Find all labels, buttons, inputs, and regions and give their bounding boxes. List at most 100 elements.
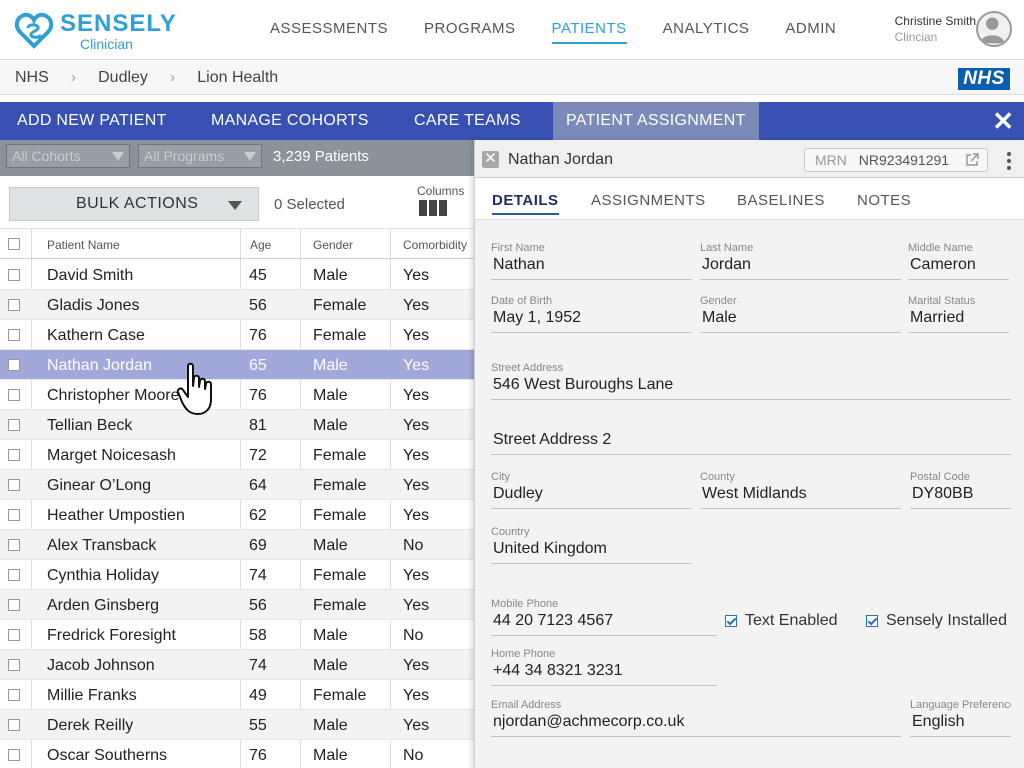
row-checkbox[interactable] [8, 719, 20, 731]
tab-baselines[interactable]: BASELINES [737, 192, 825, 209]
text-enabled-checkbox[interactable]: Text Enabled [725, 612, 838, 630]
language-preference-label: Language Preference [910, 699, 1011, 711]
age-cell: 55 [249, 717, 267, 734]
language-preference-field[interactable]: Language Preference English [910, 699, 1011, 737]
table-row[interactable]: Heather Umpostien 62 Female Yes [0, 500, 474, 530]
header-comorbidity[interactable]: Comorbidity [403, 238, 467, 252]
table-row[interactable]: Ginear O’Long 64 Female Yes [0, 470, 474, 500]
tab-care-teams[interactable]: CARE TEAMS [414, 102, 521, 140]
nav-programs[interactable]: PROGRAMS [424, 20, 516, 44]
tab-add-new-patient[interactable]: ADD NEW PATIENT [17, 102, 167, 140]
table-row[interactable]: Derek Reilly 55 Male Yes [0, 710, 474, 740]
header-gender[interactable]: Gender [313, 238, 353, 252]
row-checkbox[interactable] [8, 479, 20, 491]
middle-name-field[interactable]: Middle Name Cameron [908, 242, 1009, 280]
tab-details[interactable]: DETAILS [492, 192, 559, 215]
header-patient-name[interactable]: Patient Name [47, 238, 120, 252]
marital-status-field[interactable]: Marital Status Married [908, 295, 1009, 333]
close-icon[interactable]: ✕ [992, 106, 1014, 137]
close-icon[interactable]: ✕ [482, 151, 499, 168]
breadcrumb-item-lion-health[interactable]: Lion Health [197, 69, 278, 87]
more-options-icon[interactable] [1007, 152, 1011, 173]
row-checkbox[interactable] [8, 419, 20, 431]
table-row[interactable]: Kathern Case 76 Female Yes [0, 320, 474, 350]
comorbidity-cell: Yes [403, 657, 430, 674]
patient-name-cell: Christopher Moore [47, 387, 180, 404]
street-address-field[interactable]: Street Address 546 West Buroughs Lane [491, 362, 1011, 400]
mrn-label: MRN [815, 152, 847, 168]
table-row[interactable]: Oscar Southerns 76 Male No [0, 740, 474, 768]
cohort-select[interactable]: All Cohorts [6, 144, 130, 168]
table-row[interactable]: Jacob Johnson 74 Male Yes [0, 650, 474, 680]
row-checkbox[interactable] [8, 599, 20, 611]
row-checkbox[interactable] [8, 299, 20, 311]
table-row[interactable]: Arden Ginsberg 56 Female Yes [0, 590, 474, 620]
comorbidity-cell: Yes [403, 267, 430, 284]
county-field[interactable]: County West Midlands [700, 471, 901, 509]
table-row[interactable]: Christopher Moore 76 Male Yes [0, 380, 474, 410]
table-row[interactable]: Tellian Beck 81 Male Yes [0, 410, 474, 440]
patient-count: 3,239 Patients [273, 148, 369, 165]
table-row[interactable]: Marget Noicesash 72 Female Yes [0, 440, 474, 470]
row-checkbox[interactable] [8, 539, 20, 551]
row-checkbox[interactable] [8, 359, 20, 371]
gender-field[interactable]: Gender Male [700, 295, 901, 333]
last-name-value: Jordan [702, 256, 751, 273]
table-row[interactable]: Gladis Jones 56 Female Yes [0, 290, 474, 320]
row-checkbox[interactable] [8, 749, 20, 761]
city-field[interactable]: City Dudley [491, 471, 692, 509]
nav-assessments[interactable]: ASSESSMENTS [270, 20, 388, 44]
table-row[interactable]: Nathan Jordan 65 Male Yes [0, 350, 474, 380]
user-info[interactable]: Christine Smith Clincian [895, 14, 976, 44]
bulk-actions-button[interactable]: BULK ACTIONS [9, 187, 259, 221]
mobile-phone-field[interactable]: Mobile Phone 44 20 7123 4567 [491, 598, 717, 636]
program-select[interactable]: All Programs [138, 144, 262, 168]
comorbidity-cell: No [403, 537, 424, 554]
row-checkbox[interactable] [8, 569, 20, 581]
last-name-field[interactable]: Last Name Jordan [700, 242, 901, 280]
sensely-installed-checkbox[interactable]: Sensely Installed [866, 612, 1007, 630]
email-field[interactable]: Email Address njordan@achmecorp.co.uk [491, 699, 901, 737]
row-checkbox[interactable] [8, 269, 20, 281]
nav-analytics[interactable]: ANALYTICS [663, 20, 750, 44]
breadcrumb-item-dudley[interactable]: Dudley [98, 69, 148, 87]
row-checkbox[interactable] [8, 449, 20, 461]
caret-down-icon [228, 201, 242, 210]
tab-manage-cohorts[interactable]: MANAGE COHORTS [211, 102, 369, 140]
avatar[interactable] [976, 11, 1012, 47]
table-row[interactable]: Fredrick Foresight 58 Male No [0, 620, 474, 650]
select-all-checkbox[interactable] [8, 238, 20, 250]
table-row[interactable]: David Smith 45 Male Yes [0, 260, 474, 290]
row-checkbox[interactable] [8, 689, 20, 701]
postal-code-field[interactable]: Postal Code DY80BB [910, 471, 1011, 509]
gender-cell: Male [313, 357, 348, 374]
row-checkbox[interactable] [8, 329, 20, 341]
header-age[interactable]: Age [250, 238, 271, 252]
tab-assignments[interactable]: ASSIGNMENTS [591, 192, 706, 209]
tab-patient-assignment[interactable]: PATIENT ASSIGNMENT [553, 102, 759, 140]
patient-name-cell: Oscar Southerns [47, 747, 168, 764]
nav-admin[interactable]: ADMIN [785, 20, 836, 44]
chevron-right-icon: › [70, 69, 77, 86]
table-row[interactable]: Cynthia Holiday 74 Female Yes [0, 560, 474, 590]
street-address-2-field[interactable]: Street Address 2 [491, 417, 1011, 455]
first-name-field[interactable]: First Name Nathan [491, 242, 692, 280]
country-field[interactable]: Country United Kingdom [491, 526, 692, 564]
mrn-field[interactable]: MRN NR923491291 [804, 148, 988, 172]
external-link-icon[interactable] [965, 153, 979, 167]
gender-cell: Male [313, 417, 348, 434]
nav-patients[interactable]: PATIENTS [551, 20, 627, 44]
patient-detail-panel: ✕ Nathan Jordan MRN NR923491291 DETAILS … [474, 140, 1024, 768]
patient-name-cell: Ginear O’Long [47, 477, 152, 494]
row-checkbox[interactable] [8, 629, 20, 641]
home-phone-field[interactable]: Home Phone +44 34 8321 3231 [491, 648, 717, 686]
breadcrumb-item-nhs[interactable]: NHS [15, 69, 49, 87]
dob-field[interactable]: Date of Birth May 1, 1952 [491, 295, 692, 333]
columns-icon[interactable] [419, 200, 447, 216]
tab-notes[interactable]: NOTES [857, 192, 911, 209]
table-row[interactable]: Millie Franks 49 Female Yes [0, 680, 474, 710]
row-checkbox[interactable] [8, 389, 20, 401]
table-row[interactable]: Alex Transback 69 Male No [0, 530, 474, 560]
row-checkbox[interactable] [8, 659, 20, 671]
row-checkbox[interactable] [8, 509, 20, 521]
